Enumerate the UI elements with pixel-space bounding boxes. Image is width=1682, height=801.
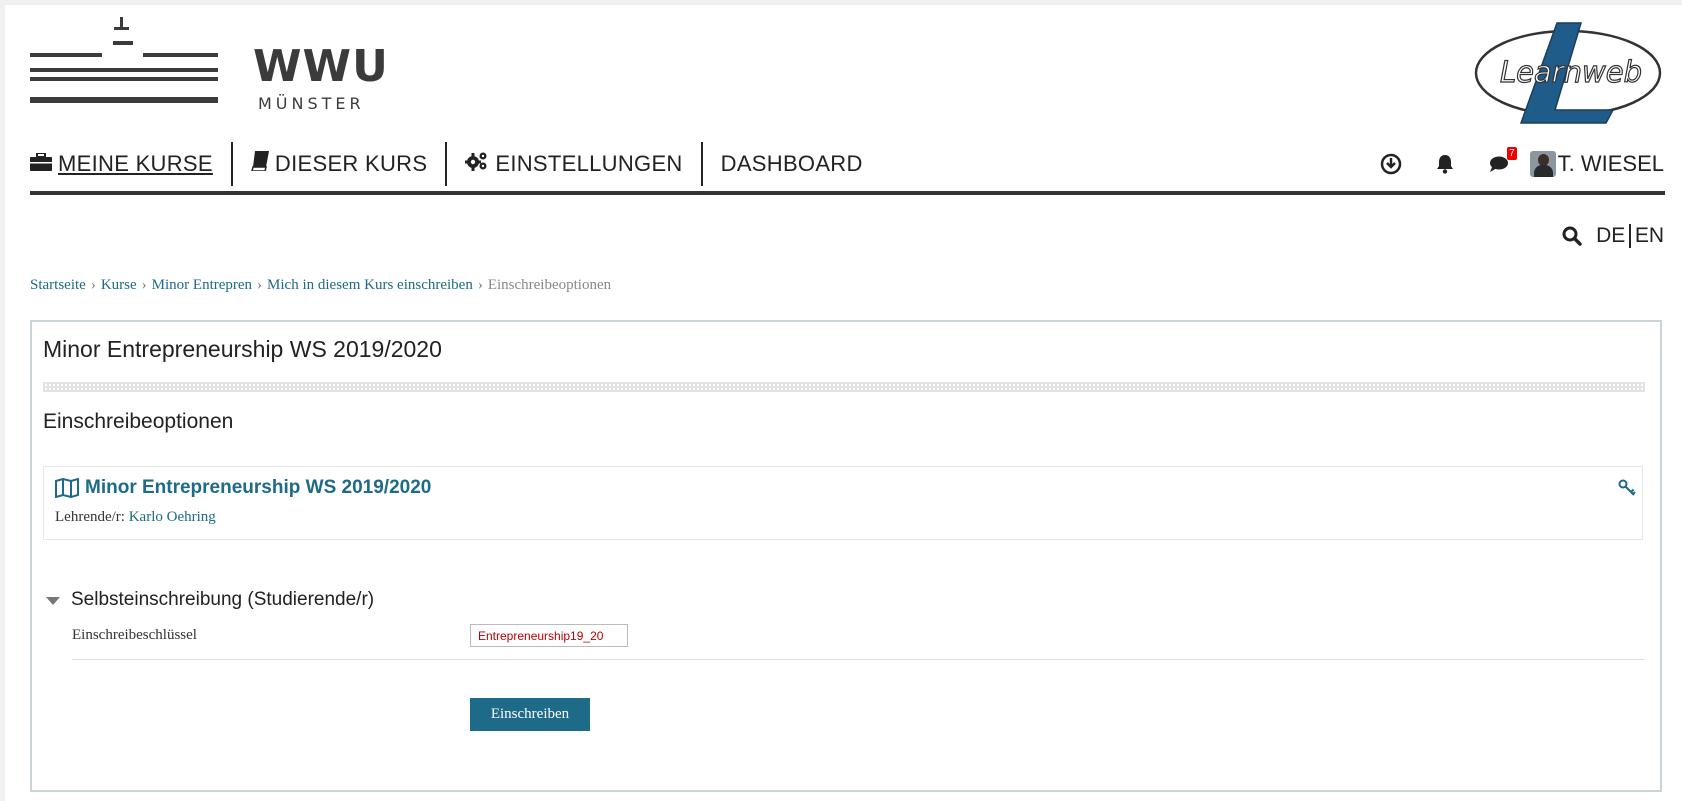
chat-icon (1489, 156, 1508, 172)
course-box-title[interactable]: Minor Entrepreneurship WS 2019/2020 (55, 477, 431, 499)
wwu-logo-mark (30, 17, 218, 103)
user-menu[interactable]: T. WIESEL (1529, 151, 1664, 177)
briefcase-icon (30, 151, 52, 177)
nav-dashboard-label: DASHBOARD (720, 151, 863, 176)
avatar (1529, 151, 1556, 177)
gears-icon (465, 151, 489, 177)
breadcrumb-courses[interactable]: Kurse (101, 277, 137, 293)
page: WWU MÜNSTER Learnweb MEINE KURSE DIESER … (5, 5, 1682, 801)
content-panel: Minor Entrepreneurship WS 2019/2020 Eins… (30, 320, 1662, 792)
nav-my-courses[interactable]: MEINE KURSE (30, 142, 231, 186)
nav-divider-rule (30, 191, 1665, 195)
section-heading: Einschreibeoptionen (43, 410, 234, 433)
messages-badge: 7 (1507, 147, 1517, 160)
map-icon (55, 478, 79, 498)
brand-subtitle: MÜNSTER (258, 94, 365, 113)
teacher-label: Lehrende/r: (55, 509, 125, 525)
self-enrolment-section-toggle[interactable]: Selbsteinschreibung (Studierende/r) (46, 589, 374, 611)
nav-dashboard[interactable]: DASHBOARD (703, 142, 881, 186)
lang-de[interactable]: DE (1596, 224, 1625, 248)
learnweb-logo[interactable]: Learnweb (1473, 15, 1663, 130)
search-icon[interactable] (1562, 226, 1582, 246)
breadcrumb-enrol-me[interactable]: Mich in diesem Kurs einschreiben (267, 277, 473, 293)
breadcrumb-separator: › (477, 277, 483, 293)
enrolment-key-label: Einschreibeschlüssel (72, 627, 197, 643)
learnweb-logo-mark: Learnweb (1474, 22, 1662, 124)
book-icon (250, 151, 269, 177)
user-nav: 7 T. WIESEL (1364, 142, 1664, 186)
dotted-divider (43, 382, 1645, 392)
nav-this-course[interactable]: DIESER KURS (233, 142, 445, 186)
self-enrolment-heading: Selbsteinschreibung (Studierende/r) (71, 589, 375, 610)
search-language-bar: DE EN (1562, 224, 1664, 248)
breadcrumb-current: Einschreibeoptionen (487, 277, 612, 293)
lang-en[interactable]: EN (1635, 224, 1664, 248)
main-nav: MEINE KURSE DIESER KURS EINSTELLUNGEN DA… (30, 142, 881, 186)
breadcrumb-separator: › (257, 277, 263, 293)
download-icon[interactable] (1364, 142, 1418, 186)
form-divider (72, 659, 1644, 660)
breadcrumb-separator: › (90, 277, 96, 293)
chevron-down-icon (46, 597, 60, 605)
nav-settings-label: EINSTELLUNGEN (495, 151, 683, 176)
nav-this-course-label: DIESER KURS (274, 151, 428, 176)
course-teacher: Lehrende/r: Karlo Oehring (55, 509, 216, 526)
breadcrumb-separator: › (141, 277, 147, 293)
key-icon (1618, 479, 1636, 502)
breadcrumb-course[interactable]: Minor Entrepren (152, 277, 252, 293)
learnweb-logo-text: Learnweb (1500, 55, 1642, 89)
nav-settings[interactable]: EINSTELLUNGEN (447, 142, 700, 186)
lang-separator (1629, 224, 1631, 248)
course-box: Minor Entrepreneurship WS 2019/2020 Lehr… (43, 466, 1643, 540)
teacher-link[interactable]: Karlo Oehring (129, 509, 216, 525)
bell-icon[interactable] (1418, 142, 1472, 186)
enrol-button[interactable]: Einschreiben (470, 698, 590, 731)
enrolment-key-field[interactable]: Entrepreneurship19_20 (470, 624, 628, 647)
breadcrumb-home[interactable]: Startseite (30, 277, 86, 293)
nav-my-courses-label: MEINE KURSE (58, 151, 213, 176)
user-name: T. WIESEL (1557, 151, 1664, 176)
messages-button[interactable]: 7 (1472, 142, 1526, 186)
page-title: Minor Entrepreneurship WS 2019/2020 (43, 336, 442, 362)
course-box-title-label: Minor Entrepreneurship WS 2019/2020 (85, 477, 432, 498)
breadcrumb: Startseite › Kurse › Minor Entrepren › Mich in… (30, 277, 611, 294)
brand-name: WWU (253, 41, 389, 92)
